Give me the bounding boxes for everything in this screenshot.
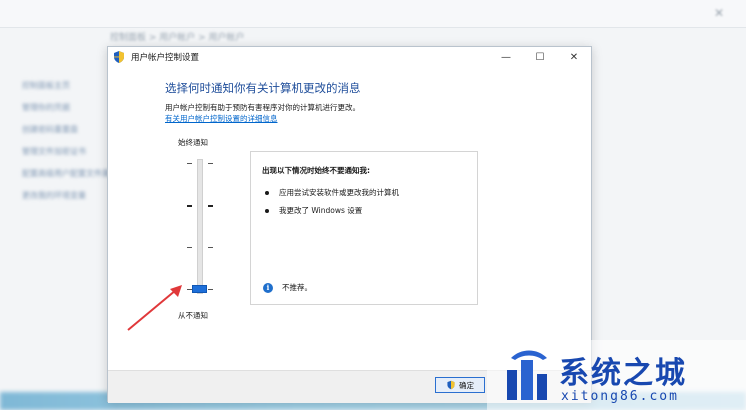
slider-tick (187, 205, 192, 207)
slider-tick (208, 163, 213, 164)
background-sidebar-item: 管理文件加密证书 (22, 147, 86, 156)
background-breadcrumb: 控制面板 > 用户帐户 > 用户帐户 (110, 33, 245, 43)
uac-shield-icon (447, 380, 455, 390)
site-watermark: 系统之城 xitong86.com (487, 340, 746, 410)
info-bullet-text: 我更改了 Windows 设置 (279, 206, 363, 215)
info-bullet-item: 我更改了 Windows 设置 (265, 205, 362, 216)
minimize-icon: — (501, 51, 511, 63)
ok-button[interactable]: 确定 (435, 377, 485, 393)
info-bullet-item: 应用尝试安装软件或更改我的计算机 (265, 187, 399, 198)
info-bullet-text: 应用尝试安装软件或更改我的计算机 (279, 188, 399, 197)
slider-thumb[interactable] (192, 285, 207, 293)
note-text: 不推荐。 (282, 283, 312, 292)
maximize-icon: ☐ (535, 51, 545, 63)
slider-tick (208, 247, 213, 248)
slider-tick (187, 163, 192, 164)
slider-top-label: 始终通知 (178, 138, 208, 147)
annotation-arrow-icon (127, 285, 182, 331)
notification-level-slider-track[interactable] (197, 159, 203, 294)
uac-shield-icon (114, 51, 124, 63)
page-heading: 选择何时通知你有关计算机更改的消息 (165, 81, 361, 95)
info-box-title: 出现以下情况时始终不要通知我: (262, 166, 370, 175)
minimize-button[interactable]: — (489, 47, 523, 67)
help-link[interactable]: 有关用户帐户控制设置的详细信息 (165, 113, 278, 124)
info-icon: i (263, 282, 273, 293)
ok-button-label: 确定 (459, 380, 474, 390)
dialog-titlebar[interactable]: 用户帐户控制设置 — ☐ ✕ (108, 47, 591, 67)
background-close-icon: ✕ (713, 6, 724, 20)
dialog-title: 用户帐户控制设置 (131, 53, 200, 63)
castle-logo-icon (507, 350, 547, 400)
close-button[interactable]: ✕ (557, 47, 591, 67)
slider-tick (208, 289, 213, 290)
watermark-name: 系统之城 (559, 356, 687, 391)
background-sidebar-item: 配置高级用户配置文件属性 (22, 169, 118, 178)
background-sidebar: 控制面板主页 管理你的凭据 创建密码重置盘 管理文件加密证书 配置高级用户配置文… (22, 80, 118, 212)
watermark-url: xitong86.com (561, 389, 679, 404)
maximize-button[interactable]: ☐ (523, 47, 557, 67)
background-sidebar-item: 控制面板主页 (22, 81, 70, 90)
slider-tick (208, 205, 213, 207)
level-description-box: 出现以下情况时始终不要通知我: 应用尝试安装软件或更改我的计算机 我更改了 Wi… (250, 151, 478, 305)
background-sidebar-item: 更改我的环境变量 (22, 191, 86, 200)
description-text: 用户帐户控制有助于预防有害程序对你的计算机进行更改。 (165, 103, 360, 112)
slider-tick (187, 247, 192, 248)
background-sidebar-item: 创建密码重置盘 (22, 125, 78, 134)
bullet-icon (265, 208, 269, 213)
window-controls: — ☐ ✕ (489, 47, 591, 67)
close-icon: ✕ (569, 51, 579, 63)
background-sidebar-item: 管理你的凭据 (22, 103, 70, 112)
not-recommended-note: i 不推荐。 (263, 282, 312, 293)
background-titlebar (0, 0, 746, 28)
bullet-icon (265, 190, 269, 195)
